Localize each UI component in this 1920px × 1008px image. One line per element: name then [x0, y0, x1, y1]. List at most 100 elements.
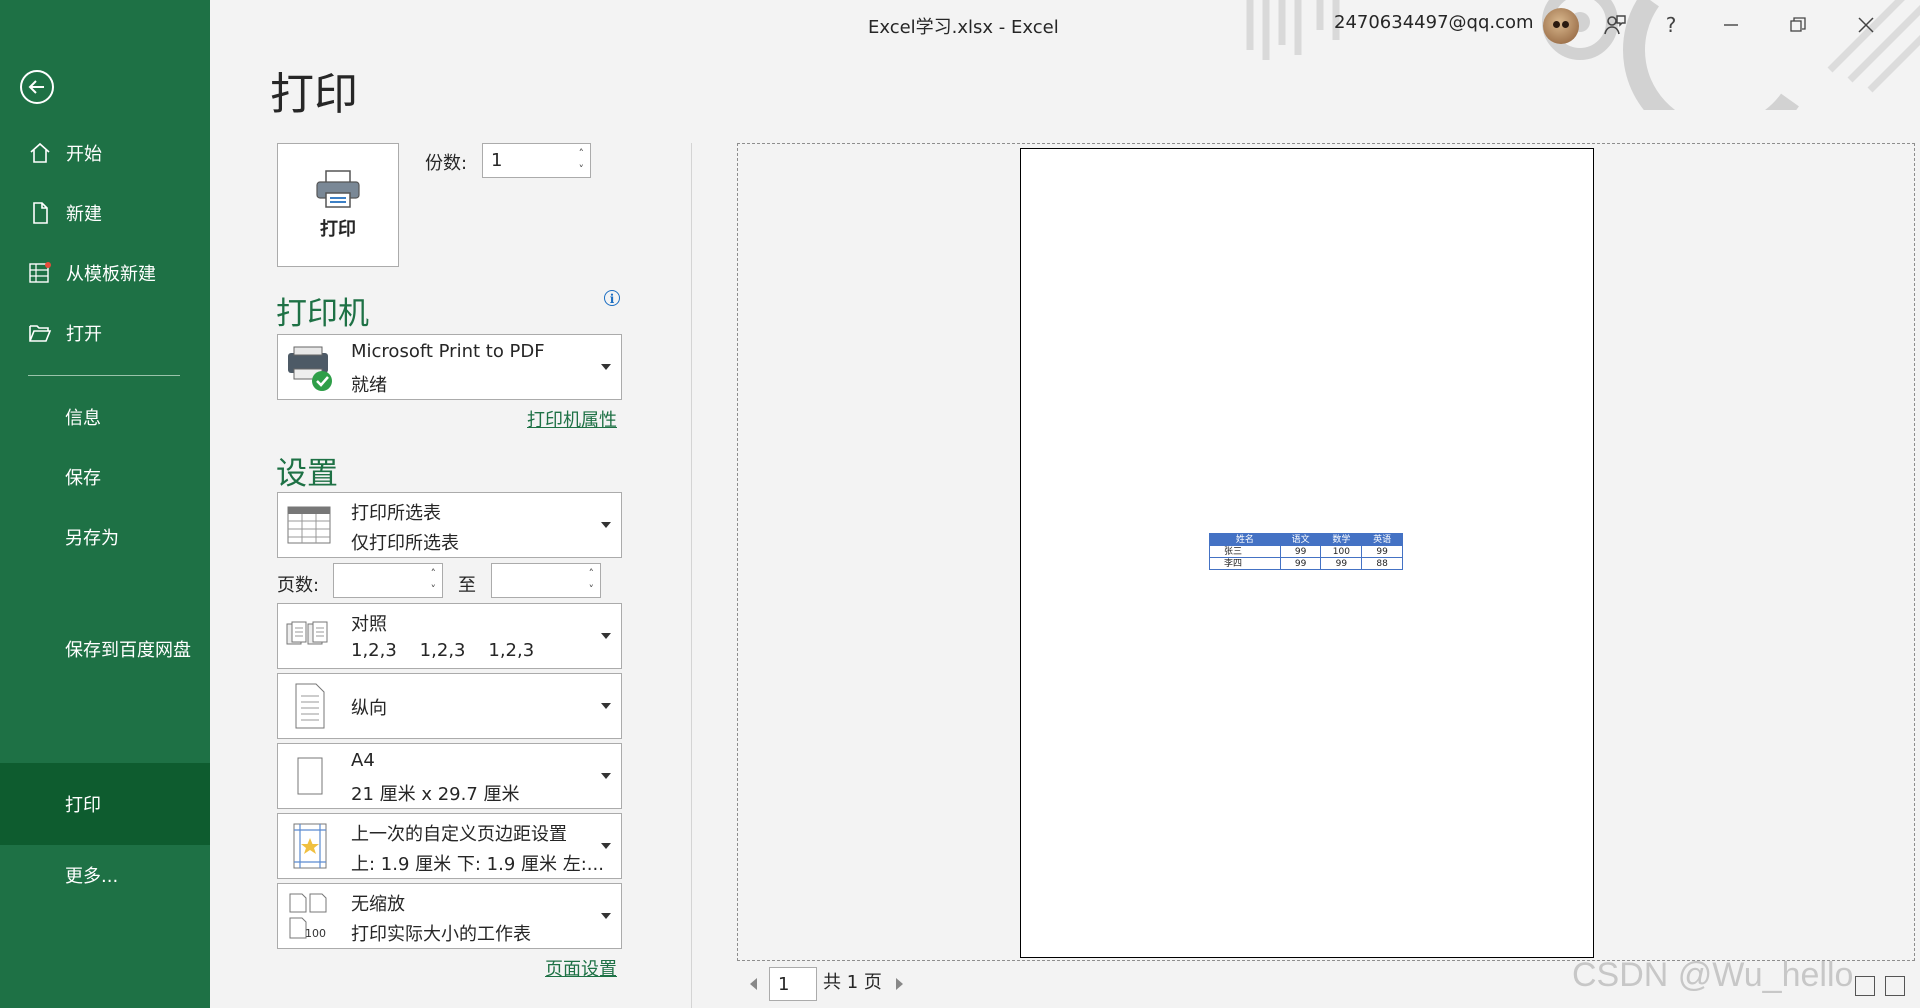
total-pages-label: 共 1 页	[823, 972, 882, 993]
paper-size-icon	[297, 757, 323, 795]
sidebar-item-save-to-baidu[interactable]: 保存到百度网盘	[0, 634, 210, 704]
current-page-input[interactable]: 1	[769, 967, 817, 1001]
table-header: 英语	[1361, 533, 1403, 546]
printer-heading: 打印机	[276, 296, 369, 332]
paper-size-title: A4	[351, 750, 375, 771]
collate-title: 对照	[351, 614, 387, 635]
sidebar-item-print[interactable]: 打印	[0, 763, 210, 845]
preview-page: 姓名 语文 数学 英语 张三 99 100 99 李四 99 99 88	[1020, 148, 1594, 958]
sidebar-item-save-as[interactable]: 另存为	[0, 512, 210, 562]
watermark: CSDN @Wu_hello	[1572, 956, 1854, 994]
sidebar-item-open[interactable]: 打开	[0, 308, 210, 358]
print-scope-title: 打印所选表	[351, 503, 441, 524]
sidebar-item-label: 新建	[66, 204, 102, 225]
sidebar-item-label: 保存到百度网盘	[65, 640, 191, 661]
margins-title: 上一次的自定义页边距设置	[351, 824, 567, 845]
restore-icon[interactable]	[1780, 10, 1816, 40]
user-account[interactable]: 2470634497@qq.com	[1334, 12, 1534, 33]
collate-icon	[286, 621, 328, 645]
open-folder-icon	[26, 321, 54, 345]
printer-properties-link[interactable]: 打印机属性	[527, 406, 617, 432]
scaling-icon: 100	[289, 893, 327, 940]
sidebar-item-label: 打开	[66, 324, 102, 345]
sidebar-item-label: 保存	[65, 468, 101, 489]
sheet-grid-icon	[287, 506, 331, 544]
stepper-arrows-icon[interactable]: ˄ ˅	[579, 146, 585, 178]
sidebar-item-label: 信息	[65, 408, 101, 429]
table-header: 语文	[1279, 533, 1322, 546]
portrait-page-icon	[295, 683, 325, 729]
chevron-down-icon	[601, 843, 611, 849]
coauthoring-icon[interactable]	[1597, 10, 1633, 40]
print-button[interactable]: 打印	[277, 143, 399, 267]
page-title: 打印	[270, 69, 358, 120]
printer-icon	[316, 170, 360, 208]
margins-dropdown[interactable]: 上一次的自定义页边距设置 上: 1.9 厘米 下: 1.9 厘米 左:...	[277, 813, 622, 879]
help-icon[interactable]: ?	[1653, 10, 1689, 40]
orientation-dropdown[interactable]: 纵向	[277, 673, 622, 739]
print-scope-subtitle: 仅打印所选表	[351, 533, 459, 554]
pages-from-input[interactable]: ˄ ˅	[333, 563, 443, 598]
printer-dropdown[interactable]: Microsoft Print to PDF 就绪	[277, 334, 622, 400]
sidebar-item-label: 从模板新建	[66, 264, 156, 285]
window-title: Excel学习.xlsx - Excel	[868, 17, 1059, 38]
chevron-down-icon	[601, 773, 611, 779]
page-setup-link[interactable]: 页面设置	[545, 955, 617, 981]
close-icon[interactable]	[1848, 10, 1884, 40]
margins-subtitle: 上: 1.9 厘米 下: 1.9 厘米 左:...	[351, 854, 604, 875]
chevron-down-icon	[601, 703, 611, 709]
sidebar-item-new[interactable]: 新建	[0, 188, 210, 238]
stepper-arrows-icon[interactable]: ˄ ˅	[589, 566, 595, 598]
panel-divider	[691, 143, 692, 1008]
chevron-down-icon	[601, 633, 611, 639]
pages-to-input[interactable]: ˄ ˅	[491, 563, 601, 598]
table-row: 李四 99 99 88	[1209, 557, 1403, 570]
margins-icon	[293, 823, 327, 869]
sidebar-item-label: 另存为	[65, 528, 119, 549]
table-header: 数学	[1320, 533, 1363, 546]
scaling-dropdown[interactable]: 100 无缩放 打印实际大小的工作表	[277, 883, 622, 949]
copies-stepper[interactable]: 1 ˄ ˅	[482, 143, 591, 178]
scaling-badge: 100	[305, 927, 326, 940]
home-icon	[26, 141, 54, 165]
sidebar-item-label: 更多...	[65, 866, 119, 887]
sidebar-item-save[interactable]: 保存	[0, 452, 210, 502]
sidebar-item-more[interactable]: 更多...	[0, 850, 210, 900]
copies-label: 份数:	[425, 153, 468, 174]
avatar[interactable]	[1543, 8, 1579, 44]
table-row: 张三 99 100 99	[1209, 545, 1403, 558]
preview-table: 姓名 语文 数学 英语 张三 99 100 99 李四 99 99 88	[1209, 533, 1403, 570]
pages-label: 页数:	[277, 575, 320, 596]
pages-to-label: 至	[458, 575, 476, 596]
chevron-down-icon	[601, 913, 611, 919]
orientation-title: 纵向	[351, 698, 387, 719]
sidebar-item-home[interactable]: 开始	[0, 128, 210, 178]
paper-size-dropdown[interactable]: A4 21 厘米 x 29.7 厘米	[277, 743, 622, 809]
backstage-sidebar: 开始 新建 从模板新建 打开 信息 保存 另存为 保存到百度网盘 打印 更多..…	[0, 0, 210, 1008]
sidebar-item-label: 打印	[65, 795, 101, 816]
back-arrow-icon[interactable]	[20, 70, 54, 104]
print-button-label: 打印	[320, 219, 356, 240]
title-bar: Excel学习.xlsx - Excel 2470634497@qq.com ?	[210, 0, 1920, 110]
sidebar-item-label: 开始	[66, 144, 102, 165]
printer-ready-icon	[288, 346, 332, 391]
minimize-icon[interactable]	[1713, 10, 1749, 40]
next-page-icon[interactable]	[896, 978, 903, 990]
paper-size-subtitle: 21 厘米 x 29.7 厘米	[351, 784, 520, 805]
scaling-subtitle: 打印实际大小的工作表	[351, 924, 531, 945]
zoom-to-page-icon[interactable]	[1885, 976, 1905, 996]
template-icon	[26, 261, 54, 285]
table-header: 姓名	[1209, 533, 1281, 546]
show-margins-icon[interactable]	[1855, 976, 1875, 996]
chevron-down-icon	[601, 364, 611, 370]
printer-name: Microsoft Print to PDF	[351, 341, 545, 362]
collate-dropdown[interactable]: 对照 1,2,3 1,2,3 1,2,3	[277, 603, 622, 669]
copies-value: 1	[491, 150, 503, 171]
previous-page-icon[interactable]	[750, 978, 757, 990]
info-icon[interactable]: i	[604, 290, 620, 306]
sidebar-item-info[interactable]: 信息	[0, 392, 210, 442]
sidebar-item-new-from-template[interactable]: 从模板新建	[0, 248, 210, 298]
stepper-arrows-icon[interactable]: ˄ ˅	[431, 566, 437, 598]
settings-heading: 设置	[276, 456, 338, 492]
print-scope-dropdown[interactable]: 打印所选表 仅打印所选表	[277, 492, 622, 558]
